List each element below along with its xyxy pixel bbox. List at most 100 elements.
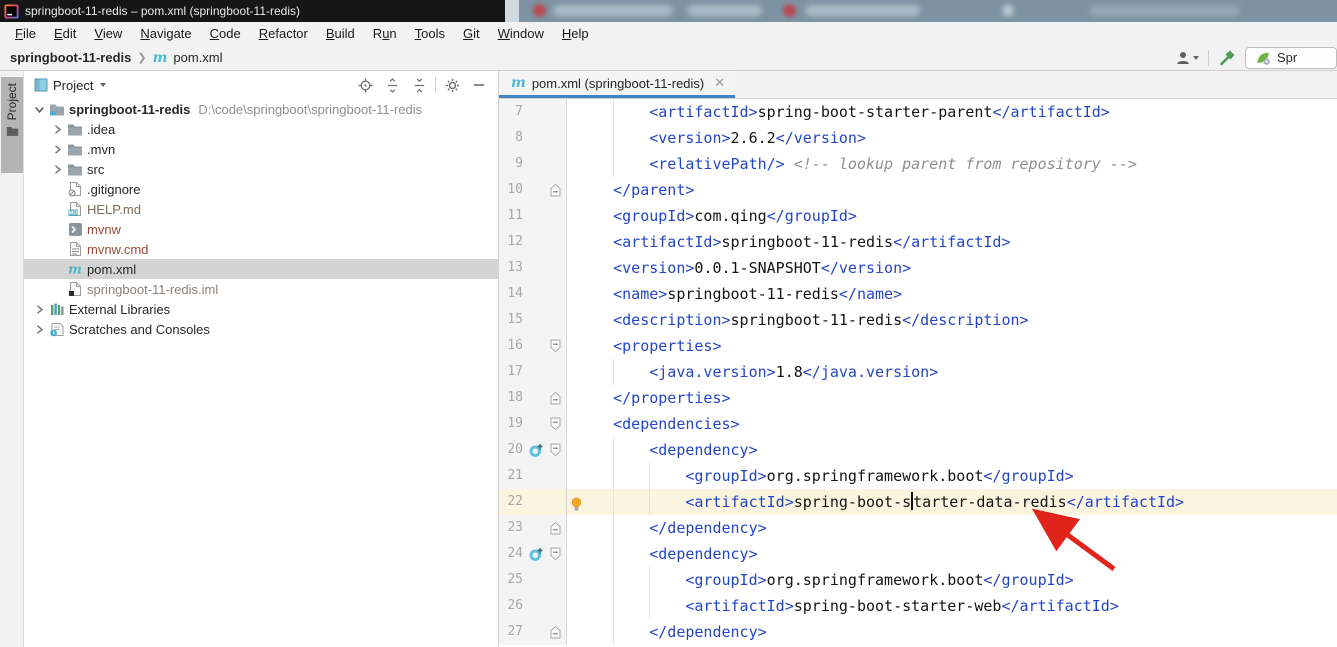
locate-target-icon[interactable]	[354, 74, 376, 96]
build-hammer-icon[interactable]	[1218, 49, 1236, 67]
tree-item-mvnw-cmd[interactable]: mvnw.cmd	[24, 239, 498, 259]
code-line-12[interactable]: 12 <artifactId>springboot-11-redis</arti…	[499, 229, 1337, 255]
collapse-all-icon[interactable]	[408, 74, 430, 96]
menu-tools[interactable]: Tools	[406, 24, 454, 43]
user-account-button[interactable]	[1175, 50, 1199, 66]
chevron-right-icon[interactable]	[30, 324, 48, 335]
tree-item--mvn[interactable]: .mvn	[24, 139, 498, 159]
menu-file[interactable]: File	[6, 24, 45, 43]
code-line-text[interactable]: <version>2.6.2</version>	[567, 125, 1337, 151]
chevron-right-icon[interactable]	[48, 164, 66, 175]
code-line-text[interactable]: <artifactId>springboot-11-redis</artifac…	[567, 229, 1337, 255]
tree-item-src[interactable]: src	[24, 159, 498, 179]
tree-item-springboot-11-redis-iml[interactable]: springboot-11-redis.iml	[24, 279, 498, 299]
project-panel-title[interactable]: Project	[53, 78, 93, 93]
menu-window[interactable]: Window	[489, 24, 553, 43]
fold-marker-start-icon[interactable]	[545, 541, 567, 567]
menu-edit[interactable]: Edit	[45, 24, 85, 43]
tree-item-help-md[interactable]: MD HELP.md	[24, 199, 498, 219]
code-line-22[interactable]: 22 <artifactId>spring-boot-s tarter-data-…	[499, 489, 1337, 515]
chevron-right-icon[interactable]	[48, 124, 66, 135]
code-line-18[interactable]: 18 </properties>	[499, 385, 1337, 411]
code-line-text[interactable]: <description>springboot-11-redis</descri…	[567, 307, 1337, 333]
code-line-24[interactable]: 24 <dependency>	[499, 541, 1337, 567]
code-line-text[interactable]: <version>0.0.1-SNAPSHOT</version>	[567, 255, 1337, 281]
code-line-text[interactable]: <java.version>1.8</java.version>	[567, 359, 1337, 385]
code-line-text[interactable]: </dependency>	[567, 515, 1337, 541]
tree-item-springboot-11-redis[interactable]: springboot-11-redis D:\code\springboot\sp…	[24, 99, 498, 119]
settings-gear-icon[interactable]	[441, 74, 463, 96]
code-line-20[interactable]: 20 <dependency>	[499, 437, 1337, 463]
editor-tab-pom-xml[interactable]: m pom.xml (springboot-11-redis) ✕	[499, 71, 736, 98]
spring-initializr-gutter-icon[interactable]	[527, 437, 545, 463]
close-tab-icon[interactable]: ✕	[714, 75, 725, 91]
chevron-down-icon[interactable]	[100, 83, 107, 87]
expand-all-icon[interactable]	[381, 74, 403, 96]
fold-marker-end-icon[interactable]	[545, 385, 567, 411]
code-line-21[interactable]: 21 <groupId>org.springframework.boot</gr…	[499, 463, 1337, 489]
code-line-27[interactable]: 27 </dependency>	[499, 619, 1337, 645]
code-line-text[interactable]: <relativePath/> <!-- lookup parent from …	[567, 151, 1337, 177]
menu-git[interactable]: Git	[454, 24, 489, 43]
code-line-text[interactable]: <dependency>	[567, 541, 1337, 567]
code-line-8[interactable]: 8 <version>2.6.2</version>	[499, 125, 1337, 151]
code-line-25[interactable]: 25 <groupId>org.springframework.boot</gr…	[499, 567, 1337, 593]
fold-marker-end-icon[interactable]	[545, 177, 567, 203]
code-line-text[interactable]: <dependency>	[567, 437, 1337, 463]
tree-item--gitignore[interactable]: .gitignore	[24, 179, 498, 199]
code-line-text[interactable]: <name>springboot-11-redis</name>	[567, 281, 1337, 307]
menu-help[interactable]: Help	[553, 24, 598, 43]
menu-refactor[interactable]: Refactor	[250, 24, 317, 43]
breadcrumb-project[interactable]: springboot-11-redis	[10, 50, 131, 65]
project-tool-window-tab[interactable]: Project	[1, 77, 23, 173]
tree-item-pom-xml[interactable]: m pom.xml	[24, 259, 498, 279]
indent-guide	[613, 593, 615, 619]
code-line-text[interactable]: </properties>	[567, 385, 1337, 411]
code-line-26[interactable]: 26 <artifactId>spring-boot-starter-web</…	[499, 593, 1337, 619]
menu-run[interactable]: Run	[364, 24, 406, 43]
code-line-text[interactable]: <groupId>org.springframework.boot</group…	[567, 567, 1337, 593]
code-line-15[interactable]: 15 <description>springboot-11-redis</des…	[499, 307, 1337, 333]
tree-item--idea[interactable]: .idea	[24, 119, 498, 139]
run-configuration-selector[interactable]: Spr	[1245, 46, 1337, 69]
code-line-13[interactable]: 13 <version>0.0.1-SNAPSHOT</version>	[499, 255, 1337, 281]
breadcrumb-file[interactable]: pom.xml	[173, 50, 222, 65]
code-line-19[interactable]: 19 <dependencies>	[499, 411, 1337, 437]
code-line-text[interactable]: <artifactId>spring-boot-s tarter-data-red…	[567, 489, 1337, 515]
code-line-text[interactable]: <properties>	[567, 333, 1337, 359]
chevron-right-icon[interactable]	[48, 144, 66, 155]
code-line-9[interactable]: 9 <relativePath/> <!-- lookup parent fro…	[499, 151, 1337, 177]
tree-item-mvnw[interactable]: mvnw	[24, 219, 498, 239]
blurred-background-windows	[505, 0, 1337, 22]
menu-code[interactable]: Code	[201, 24, 250, 43]
code-line-10[interactable]: 10 </parent>	[499, 177, 1337, 203]
tree-item-scratches-and-consoles[interactable]: Scratches and Consoles	[24, 319, 498, 339]
spring-initializr-gutter-icon[interactable]	[527, 541, 545, 567]
fold-marker-start-icon[interactable]	[545, 437, 567, 463]
code-line-text[interactable]: </parent>	[567, 177, 1337, 203]
menu-view[interactable]: View	[85, 24, 131, 43]
code-line-text[interactable]: <artifactId>spring-boot-starter-web</art…	[567, 593, 1337, 619]
chevron-right-icon[interactable]	[30, 304, 48, 315]
fold-marker-end-icon[interactable]	[545, 515, 567, 541]
chevron-down-icon[interactable]	[30, 104, 48, 115]
fold-marker-start-icon[interactable]	[545, 333, 567, 359]
code-line-text[interactable]: <dependencies>	[567, 411, 1337, 437]
code-line-text[interactable]: <groupId>com.qing</groupId>	[567, 203, 1337, 229]
code-line-text[interactable]: <groupId>org.springframework.boot</group…	[567, 463, 1337, 489]
tree-item-external-libraries[interactable]: External Libraries	[24, 299, 498, 319]
menu-build[interactable]: Build	[317, 24, 364, 43]
code-line-17[interactable]: 17 <java.version>1.8</java.version>	[499, 359, 1337, 385]
hide-panel-icon[interactable]	[468, 74, 490, 96]
code-line-16[interactable]: 16 <properties>	[499, 333, 1337, 359]
code-editor[interactable]: 7 <artifactId>spring-boot-starter-parent…	[499, 99, 1337, 647]
fold-marker-end-icon[interactable]	[545, 619, 567, 645]
code-line-14[interactable]: 14 <name>springboot-11-redis</name>	[499, 281, 1337, 307]
menu-navigate[interactable]: Navigate	[131, 24, 200, 43]
code-line-11[interactable]: 11 <groupId>com.qing</groupId>	[499, 203, 1337, 229]
code-line-7[interactable]: 7 <artifactId>spring-boot-starter-parent…	[499, 99, 1337, 125]
code-line-23[interactable]: 23 </dependency>	[499, 515, 1337, 541]
code-line-text[interactable]: <artifactId>spring-boot-starter-parent</…	[567, 99, 1337, 125]
fold-marker-start-icon[interactable]	[545, 411, 567, 437]
code-line-text[interactable]: </dependency>	[567, 619, 1337, 645]
